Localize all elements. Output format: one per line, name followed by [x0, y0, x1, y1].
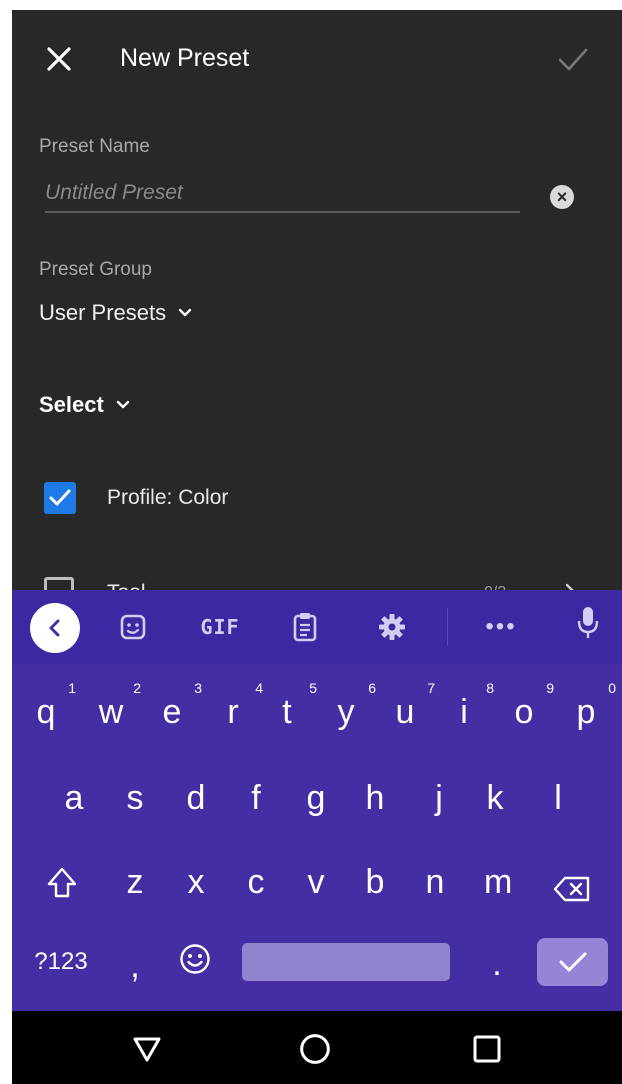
- page-title: New Preset: [120, 44, 250, 72]
- comma-key[interactable]: ,: [122, 946, 148, 986]
- key-o[interactable]: o9: [510, 680, 554, 732]
- backspace-key[interactable]: [552, 871, 592, 911]
- key-g[interactable]: g: [302, 778, 330, 818]
- key-hint: 7: [427, 680, 435, 696]
- key-b[interactable]: b: [361, 862, 389, 902]
- chevron-left-icon: [49, 619, 60, 637]
- select-dropdown[interactable]: Select: [39, 390, 130, 420]
- checkmark-icon: [49, 489, 71, 506]
- key-hint: 0: [608, 680, 616, 696]
- key-h[interactable]: h: [361, 778, 389, 818]
- key-hint: 3: [194, 680, 202, 696]
- key-s[interactable]: s: [121, 778, 149, 818]
- symbols-key[interactable]: ?123: [30, 942, 92, 982]
- toolbar-divider: [447, 608, 448, 646]
- backspace-icon: [553, 876, 590, 902]
- preset-name-label: Preset Name: [39, 136, 150, 157]
- preset-group-value: User Presets: [39, 300, 167, 325]
- key-l[interactable]: l: [544, 778, 572, 818]
- key-z[interactable]: z: [121, 862, 149, 902]
- emoji-key[interactable]: [176, 943, 214, 984]
- space-bar[interactable]: [242, 943, 450, 981]
- key-j[interactable]: j: [425, 778, 453, 818]
- key-r[interactable]: r4: [219, 680, 263, 732]
- key-q[interactable]: q1: [32, 680, 76, 732]
- key-n[interactable]: n: [421, 862, 449, 902]
- key-i[interactable]: i8: [450, 680, 494, 732]
- key-e[interactable]: e3: [158, 680, 202, 732]
- keyboard-back-button[interactable]: [30, 603, 80, 653]
- shift-arrow-icon: [47, 867, 77, 898]
- microphone-icon[interactable]: [575, 607, 601, 638]
- clear-input-icon[interactable]: ×: [550, 185, 574, 209]
- key-c[interactable]: c: [242, 862, 270, 902]
- profile-color-checkbox[interactable]: [44, 482, 76, 514]
- key-u[interactable]: u7: [391, 680, 435, 732]
- key-hint: 6: [368, 680, 376, 696]
- key-t[interactable]: t5: [273, 680, 317, 732]
- key-v[interactable]: v: [302, 862, 330, 902]
- key-k[interactable]: k: [481, 778, 509, 818]
- recents-square-icon[interactable]: [471, 1033, 503, 1065]
- sticker-icon[interactable]: [118, 612, 148, 642]
- system-nav-bar: [12, 1011, 622, 1084]
- input-underline: [45, 211, 520, 213]
- item-label: Profile: Color: [107, 486, 229, 509]
- more-options-icon[interactable]: •••: [482, 612, 520, 642]
- keyboard-toolbar: GIF •••: [12, 590, 622, 664]
- select-label: Select: [39, 392, 104, 417]
- key-f[interactable]: f: [242, 778, 270, 818]
- gear-icon[interactable]: [376, 612, 408, 642]
- back-triangle-icon[interactable]: [131, 1033, 163, 1065]
- confirm-check-icon[interactable]: [555, 42, 591, 76]
- key-hint: 5: [309, 680, 317, 696]
- key-hint: 9: [546, 680, 554, 696]
- key-hint: 4: [255, 680, 263, 696]
- period-key[interactable]: .: [484, 944, 510, 984]
- chevron-down-icon: [116, 400, 130, 409]
- preset-name-input[interactable]: [45, 176, 520, 210]
- key-x[interactable]: x: [182, 862, 210, 902]
- key-p[interactable]: p0: [572, 680, 616, 732]
- chevron-down-icon: [178, 308, 192, 317]
- enter-key[interactable]: [537, 938, 608, 986]
- preset-group-label: Preset Group: [39, 259, 152, 280]
- soft-keyboard: GIF ••• ?123 , . q 1 w 2 e 3 r 4 t 5 y 6…: [12, 590, 622, 1011]
- key-m[interactable]: m: [484, 862, 512, 902]
- key-a[interactable]: a: [60, 778, 88, 818]
- app-screen: New Preset Preset Name × Preset Group Us…: [12, 10, 622, 1084]
- clipboard-icon[interactable]: [290, 612, 320, 642]
- preset-group-dropdown[interactable]: User Presets: [39, 298, 192, 328]
- key-hint: 1: [68, 680, 76, 696]
- key-d[interactable]: d: [182, 778, 210, 818]
- key-hint: 8: [486, 680, 494, 696]
- close-icon[interactable]: [42, 42, 76, 76]
- shift-key[interactable]: [44, 866, 80, 909]
- key-y[interactable]: y6: [332, 680, 377, 732]
- home-circle-icon[interactable]: [299, 1033, 331, 1065]
- checkmark-icon: [559, 952, 586, 972]
- key-hint: 2: [133, 680, 141, 696]
- emoji-icon: [180, 944, 210, 974]
- key-w[interactable]: w2: [97, 680, 141, 732]
- gif-button[interactable]: GIF: [197, 612, 243, 642]
